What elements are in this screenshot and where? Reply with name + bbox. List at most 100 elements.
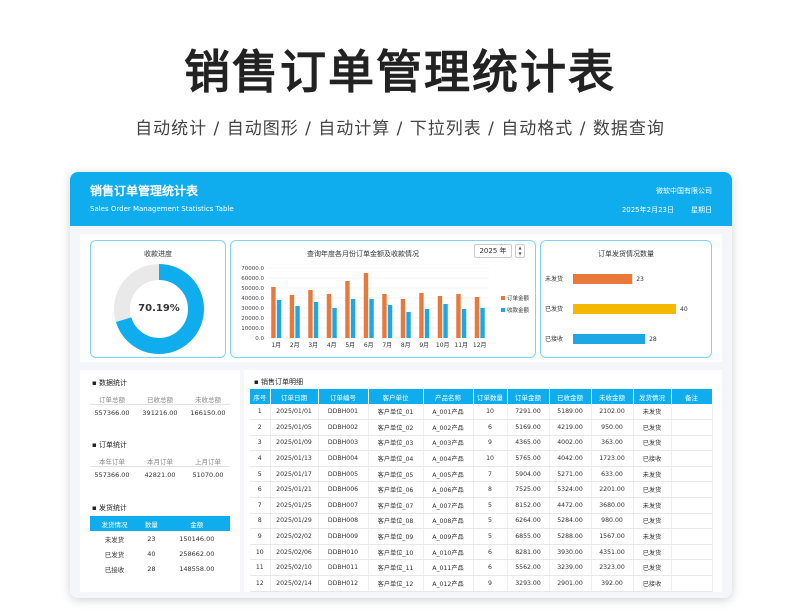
legend-label: 订单金额 <box>507 294 530 302</box>
order-stats-title: ▪ 订单统计 <box>92 441 127 449</box>
table-cell: 363.00 <box>591 435 634 452</box>
x-tick-label: 10月 <box>436 342 450 349</box>
table-row[interactable]: 12 2025/02/14 DDBH012 客户单位_12 A_012产品 9 3293.0… <box>250 575 713 592</box>
table-cell: 4 <box>250 450 271 467</box>
legend-swatch <box>501 296 505 300</box>
table-cell: 3239.00 <box>549 559 592 577</box>
table-cell: 5324.00 <box>549 481 592 499</box>
x-tick-label: 4月 <box>327 342 337 349</box>
bar-received <box>332 308 337 338</box>
table-cell: 10 <box>250 544 271 561</box>
table-cell: DDBH011 <box>318 559 369 577</box>
table-row[interactable]: 8 2025/01/29 DDBH008 客户单位_08 A_008产品 5 6264.00… <box>250 513 713 530</box>
table-cell: 4472.00 <box>549 497 592 514</box>
table-cell: 2025/01/05 <box>270 419 319 436</box>
y-tick-label: 10000.0 <box>241 326 264 332</box>
table-row[interactable]: 4 2025/01/13 DDBH004 客户单位_04 A_004产品 10 5765.0… <box>250 450 713 467</box>
table-cell: 2025/01/09 <box>270 435 319 452</box>
table-cell: 客户单位_04 <box>368 450 424 467</box>
table-cell: 12 <box>250 575 271 592</box>
table-header: 订单金额 <box>507 389 550 404</box>
table-cell: 客户单位_02 <box>368 419 424 436</box>
table-cell: 客户单位_07 <box>368 497 424 514</box>
table-cell: A_010产品 <box>423 544 474 561</box>
table-cell: 客户单位_10 <box>368 544 424 561</box>
table-cell: A_003产品 <box>423 435 474 452</box>
table-row[interactable]: 6 2025/01/21 DDBH006 客户单位_06 A_006产品 8 7525.00… <box>250 481 713 499</box>
table-cell: 已发货 <box>633 481 672 499</box>
bar-received <box>313 302 319 338</box>
y-tick-label: 20000.0 <box>241 316 264 322</box>
year-select[interactable]: 2025 年 <box>474 244 512 258</box>
table-cell <box>671 404 713 421</box>
table-row[interactable]: 9 2025/02/02 DDBH009 客户单位_09 A_009产品 5 6855.00… <box>250 528 713 545</box>
table-row[interactable]: 7 2025/01/25 DDBH007 客户单位_07 A_007产品 5 8152.00… <box>250 497 713 514</box>
y-tick-label: 30000.0 <box>241 306 264 312</box>
table-cell: 9 <box>473 575 508 592</box>
table-header: 序号 <box>250 389 271 404</box>
table-cell: 3930.00 <box>549 544 592 561</box>
table-row[interactable]: 3 2025/01/09 DDBH003 客户单位_03 A_003产品 9 4365.00… <box>250 435 713 452</box>
table-row[interactable]: 1 2025/01/01 DDBH001 客户单位_01 A_001产品 10 7291.0… <box>250 404 713 421</box>
bar-received <box>443 304 448 338</box>
table-cell: 客户单位_05 <box>368 466 424 483</box>
table-cell <box>671 528 713 545</box>
table-cell: 客户单位_09 <box>368 528 424 545</box>
table-row[interactable]: 10 2025/02/06 DDBH010 客户单位_10 A_010产品 6 8281.0… <box>250 544 713 561</box>
table-cell: 已发货 <box>633 513 672 530</box>
table-header: 产品名称 <box>423 389 474 404</box>
table-cell: 客户单位_08 <box>368 513 424 530</box>
table-row[interactable]: 2 2025/01/05 DDBH002 客户单位_02 A_002产品 6 5169.00… <box>250 419 713 436</box>
table-cell: 已接收 <box>633 575 672 592</box>
shipping-bar <box>573 334 646 344</box>
table-cell: 5765.00 <box>507 450 550 467</box>
order-detail-table: 序号 订单日期 订单编号 客户单位 产品名称 订单数量 订单金额 已收金额 未收金额 发货情况 备注… <box>250 389 713 592</box>
stat-label: 订单总额 <box>99 396 125 404</box>
table-cell: 6855.00 <box>507 528 550 545</box>
progress-percent: 70.19% <box>138 303 180 314</box>
table-cell: 4351.00 <box>591 544 634 561</box>
x-tick-label: 1月 <box>271 342 281 349</box>
table-cell: 6 <box>473 544 508 561</box>
table-cell: 2025/01/13 <box>270 450 319 467</box>
bar-received <box>276 300 282 338</box>
table-cell <box>671 513 713 530</box>
table-cell: A_006产品 <box>423 481 474 499</box>
table-cell: 9 <box>250 528 271 545</box>
table-cell: 950.00 <box>591 419 634 436</box>
table-row[interactable]: 11 2025/02/10 DDBH011 客户单位_11 A_011产品 6 5562.0… <box>250 559 713 577</box>
table-cell: 2102.00 <box>591 404 634 421</box>
table-header: 客户单位 <box>368 389 424 404</box>
y-tick-label: 0.0 <box>255 336 264 342</box>
table-header: 发货情况 <box>90 516 140 531</box>
bar-order <box>474 297 480 338</box>
progress-panel: 收款进度 70.19% <box>90 240 226 358</box>
table-cell: 5 <box>473 497 508 514</box>
table-cell: DDBH003 <box>318 435 369 452</box>
stat-label: 未收总额 <box>195 396 221 404</box>
table-header: 订单编号 <box>318 389 369 404</box>
bar-received <box>295 306 300 338</box>
table-row: 已发货 40 258662.00 <box>104 549 215 559</box>
legend-swatch <box>501 308 505 312</box>
table-cell: 6 <box>473 559 508 577</box>
table-cell: 6 <box>473 419 508 436</box>
table-cell: 2025/02/06 <box>270 544 319 561</box>
progress-donut <box>114 264 204 354</box>
table-cell: 1567.00 <box>591 528 634 545</box>
table-cell: 2025/01/25 <box>270 497 319 514</box>
table-cell: 5 <box>473 513 508 530</box>
table-cell: 2201.00 <box>591 481 634 499</box>
spinner-down-icon[interactable]: ▼ <box>516 251 524 257</box>
year-spinner[interactable]: ▲ ▼ <box>515 244 525 258</box>
shipping-bar <box>573 274 633 284</box>
x-tick-label: 2月 <box>290 342 300 349</box>
table-header: 未收金额 <box>591 389 634 404</box>
table-cell: DDBH009 <box>318 528 369 545</box>
table-cell: 未发货 <box>633 404 672 421</box>
table-row[interactable]: 5 2025/01/17 DDBH005 客户单位_05 A_005产品 7 5904.00… <box>250 466 713 483</box>
stats-section: ▪ 数据统计 订单总额 已收总额 未收总额 557366.00 391216.0… <box>80 370 240 592</box>
table-cell: 8281.00 <box>507 544 550 561</box>
current-date: 2025年2月23日 <box>621 206 674 214</box>
table-cell: 633.00 <box>591 466 634 483</box>
